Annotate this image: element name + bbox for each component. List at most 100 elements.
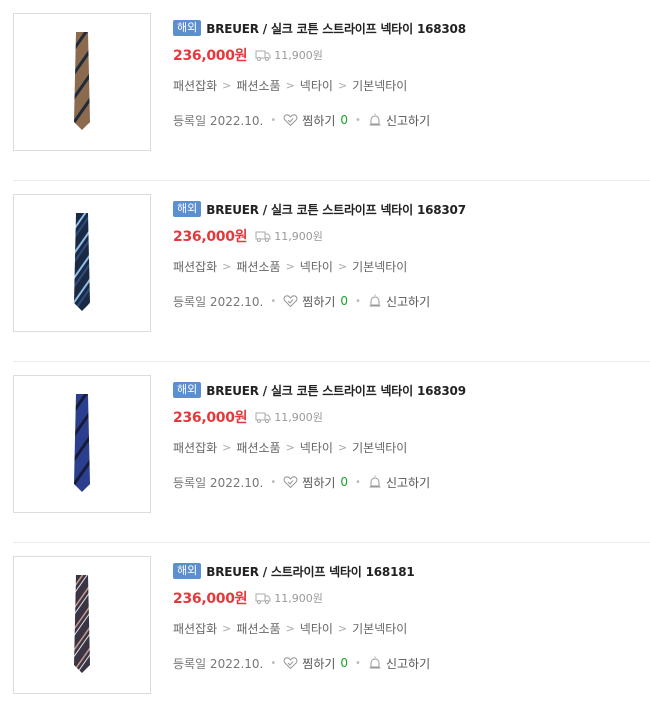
registration-date: 등록일 2022.10. xyxy=(173,294,264,309)
registration-date: 등록일 2022.10. xyxy=(173,475,264,490)
registration-date: 등록일 2022.10. xyxy=(173,113,264,128)
zzim-button[interactable]: 찜하기 0 xyxy=(283,112,348,129)
shipping-fee: 11,900원 xyxy=(255,590,323,606)
category-breadcrumb: 패션잡화 > 패션소품 > 넥타이 > 기본넥타이 xyxy=(173,620,650,636)
category-link[interactable]: 패션소품 xyxy=(236,620,280,637)
zzim-button[interactable]: 찜하기 0 xyxy=(283,474,348,491)
siren-icon xyxy=(369,475,381,488)
category-link[interactable]: 패션소품 xyxy=(236,258,280,275)
product-price: 236,000원 xyxy=(173,229,248,245)
chevron-right-icon: > xyxy=(222,621,232,635)
chevron-right-icon: > xyxy=(337,440,348,454)
zzim-label: 찜하기 xyxy=(302,475,336,490)
shipping-fee-text: 11,900원 xyxy=(274,49,323,62)
tie-image xyxy=(74,32,90,130)
category-link[interactable]: 기본넥타이 xyxy=(352,258,407,275)
shipping-fee-text: 11,900원 xyxy=(274,411,323,424)
product-title[interactable]: BREUER / 실크 코튼 스트라이프 넥타이 168308 xyxy=(206,20,466,37)
separator-dot: • xyxy=(270,295,277,307)
category-breadcrumb: 패션잡화 > 패션소품 > 넥타이 > 기본넥타이 xyxy=(173,77,650,93)
heart-icon xyxy=(283,476,298,489)
overseas-badge: 해외 xyxy=(173,20,202,36)
chevron-right-icon: > xyxy=(222,78,232,92)
tie-image xyxy=(74,394,90,492)
siren-icon xyxy=(369,294,381,307)
category-link[interactable]: 넥타이 xyxy=(300,439,333,456)
category-breadcrumb: 패션잡화 > 패션소품 > 넥타이 > 기본넥타이 xyxy=(173,439,650,455)
product-price: 236,000원 xyxy=(173,48,248,64)
separator-dot: • xyxy=(355,114,361,126)
tie-image xyxy=(74,575,90,673)
product-thumbnail[interactable] xyxy=(13,556,151,694)
product-thumbnail[interactable] xyxy=(13,13,151,151)
chevron-right-icon: > xyxy=(337,78,348,92)
product-price: 236,000원 xyxy=(173,410,248,426)
heart-icon xyxy=(283,295,298,308)
siren-icon xyxy=(369,656,381,669)
shipping-fee-text: 11,900원 xyxy=(274,592,323,605)
chevron-right-icon: > xyxy=(222,259,232,273)
report-label: 신고하기 xyxy=(385,475,431,490)
category-link[interactable]: 기본넥타이 xyxy=(352,77,407,94)
product-item: 해외 BREUER / 실크 코튼 스트라이프 넥타이 168308 236,0… xyxy=(0,0,650,181)
separator-dot: • xyxy=(355,295,361,307)
overseas-badge: 해외 xyxy=(173,201,202,217)
report-button[interactable]: 신고하기 xyxy=(368,474,430,491)
truck-icon xyxy=(255,412,271,423)
chevron-right-icon: > xyxy=(285,78,295,92)
truck-icon xyxy=(255,50,271,61)
report-label: 신고하기 xyxy=(385,113,431,128)
chevron-right-icon: > xyxy=(222,440,232,454)
overseas-badge: 해외 xyxy=(173,382,202,398)
report-label: 신고하기 xyxy=(385,294,431,309)
separator-dot: • xyxy=(270,476,277,488)
product-item: 해외 BREUER / 실크 코튼 스트라이프 넥타이 168307 236,0… xyxy=(0,181,650,362)
siren-icon xyxy=(369,113,381,126)
product-price: 236,000원 xyxy=(173,591,248,607)
product-title[interactable]: BREUER / 실크 코튼 스트라이프 넥타이 168307 xyxy=(206,201,466,218)
category-link[interactable]: 패션잡화 xyxy=(173,258,217,275)
category-link[interactable]: 기본넥타이 xyxy=(352,439,407,456)
shipping-fee: 11,900원 xyxy=(255,409,323,425)
category-link[interactable]: 패션잡화 xyxy=(173,77,217,94)
product-title[interactable]: BREUER / 실크 코튼 스트라이프 넥타이 168309 xyxy=(206,382,466,399)
overseas-badge: 해외 xyxy=(173,563,202,579)
report-button[interactable]: 신고하기 xyxy=(368,655,430,672)
product-item: 해외 BREUER / 스트라이프 넥타이 168181 236,000원 11… xyxy=(0,543,650,724)
report-button[interactable]: 신고하기 xyxy=(368,293,430,310)
report-label: 신고하기 xyxy=(385,656,431,671)
category-link[interactable]: 패션소품 xyxy=(236,439,280,456)
chevron-right-icon: > xyxy=(285,621,295,635)
zzim-button[interactable]: 찜하기 0 xyxy=(283,655,348,672)
product-thumbnail[interactable] xyxy=(13,194,151,332)
category-link[interactable]: 넥타이 xyxy=(300,77,333,94)
zzim-count: 0 xyxy=(340,294,349,308)
shipping-fee: 11,900원 xyxy=(255,228,323,244)
category-breadcrumb: 패션잡화 > 패션소품 > 넥타이 > 기본넥타이 xyxy=(173,258,650,274)
chevron-right-icon: > xyxy=(337,259,348,273)
zzim-button[interactable]: 찜하기 0 xyxy=(283,293,348,310)
report-button[interactable]: 신고하기 xyxy=(368,112,430,129)
heart-icon xyxy=(283,114,298,127)
separator-dot: • xyxy=(355,476,361,488)
chevron-right-icon: > xyxy=(285,440,295,454)
separator-dot: • xyxy=(355,657,361,669)
product-thumbnail[interactable] xyxy=(13,375,151,513)
zzim-label: 찜하기 xyxy=(302,294,336,309)
separator-dot: • xyxy=(270,114,277,126)
tie-image xyxy=(74,213,90,311)
zzim-label: 찜하기 xyxy=(302,113,336,128)
separator-dot: • xyxy=(270,657,277,669)
product-list: 해외 BREUER / 실크 코튼 스트라이프 넥타이 168308 236,0… xyxy=(0,0,650,694)
truck-icon xyxy=(255,231,271,242)
category-link[interactable]: 패션잡화 xyxy=(173,620,217,637)
chevron-right-icon: > xyxy=(337,621,348,635)
category-link[interactable]: 넥타이 xyxy=(300,258,333,275)
heart-icon xyxy=(283,657,298,670)
zzim-count: 0 xyxy=(340,656,349,670)
category-link[interactable]: 기본넥타이 xyxy=(352,620,407,637)
category-link[interactable]: 넥타이 xyxy=(300,620,333,637)
category-link[interactable]: 패션잡화 xyxy=(173,439,217,456)
product-title[interactable]: BREUER / 스트라이프 넥타이 168181 xyxy=(206,563,414,580)
category-link[interactable]: 패션소품 xyxy=(236,77,280,94)
